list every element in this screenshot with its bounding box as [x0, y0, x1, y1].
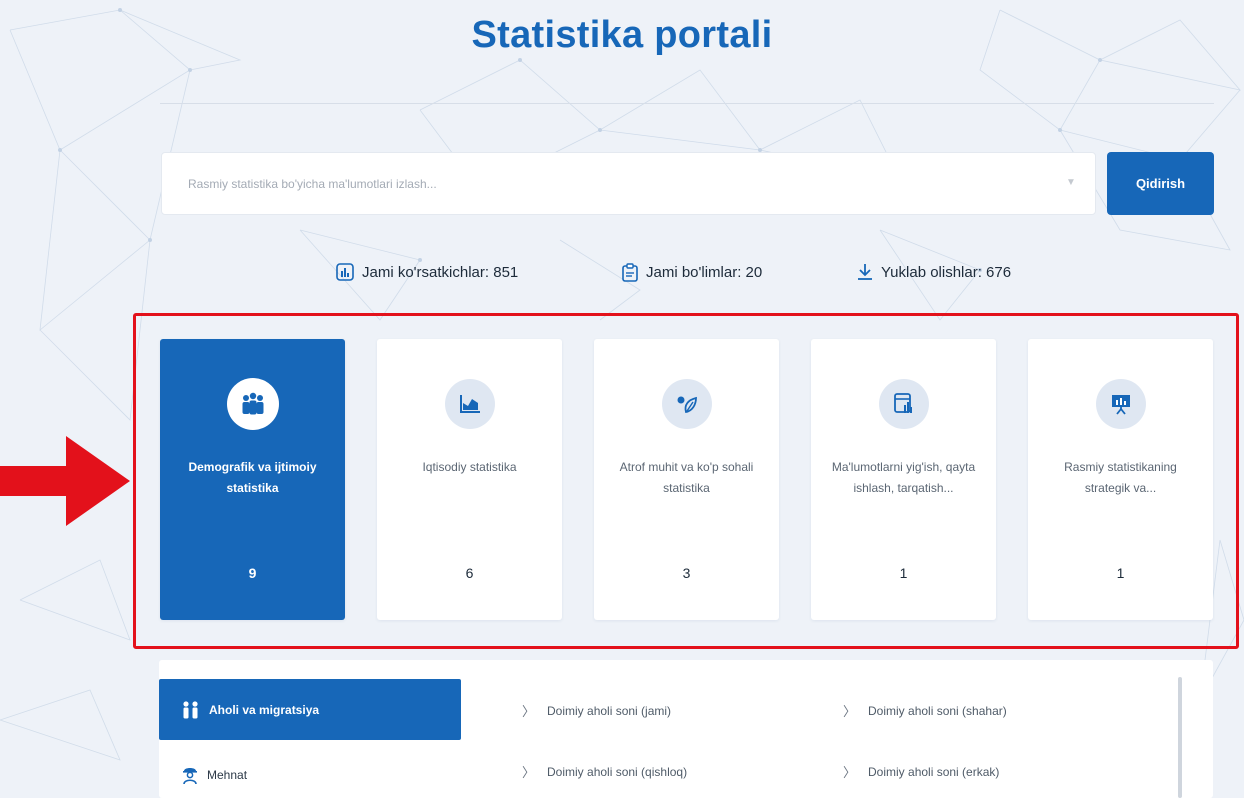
subnav-label: Aholi va migratsiya [209, 702, 320, 717]
red-highlight-frame [133, 313, 1239, 649]
people-icon [183, 700, 198, 718]
indicator-link[interactable]: 〉 Doimiy aholi soni (erkak) [843, 762, 999, 781]
download-icon [858, 264, 872, 280]
indicator-link-label: Doimiy aholi soni (jami) [547, 703, 672, 718]
chevron-right-icon: 〉 [522, 704, 536, 719]
panel-scrollbar[interactable] [1178, 677, 1182, 798]
indicator-link[interactable]: 〉 Doimiy aholi soni (qishloq) [522, 762, 687, 781]
subnav-item-labor[interactable]: Mehnat [159, 744, 461, 798]
red-arrow-icon [0, 436, 130, 526]
subnav-item-population[interactable]: Aholi va migratsiya [159, 679, 461, 740]
stat-downloads-label: Yuklab olishlar: 676 [881, 263, 1012, 281]
search-box: ▼ [161, 152, 1096, 215]
stat-indicators: Jami ko'rsatkichlar: 851 [336, 263, 518, 281]
caret-down-icon[interactable]: ▼ [1066, 177, 1076, 188]
search-input[interactable] [162, 153, 1052, 214]
chevron-right-icon: 〉 [522, 765, 536, 780]
clipboard-icon [622, 263, 638, 282]
stat-downloads: Yuklab olishlar: 676 [857, 263, 1011, 281]
page-title: Statistika portali [471, 14, 773, 56]
chevron-right-icon: 〉 [843, 704, 857, 719]
indicator-link-label: Doimiy aholi soni (qishloq) [547, 764, 688, 779]
indicator-link[interactable]: 〉 Doimiy aholi soni (shahar) [843, 701, 1007, 720]
subnav-label: Mehnat [207, 767, 248, 782]
stat-sections-label: Jami bo'limlar: 20 [646, 264, 763, 281]
worker-icon [183, 767, 197, 784]
indicator-link-label: Doimiy aholi soni (shahar) [868, 703, 1007, 718]
search-button[interactable]: Qidirish [1107, 152, 1214, 215]
chevron-right-icon: 〉 [843, 765, 857, 780]
bar-chart-icon [336, 263, 354, 281]
stat-indicators-label: Jami ko'rsatkichlar: 851 [362, 263, 519, 281]
indicator-link[interactable]: 〉 Doimiy aholi soni (jami) [522, 701, 671, 720]
title-divider [160, 103, 1214, 104]
indicator-link-label: Doimiy aholi soni (erkak) [868, 764, 1000, 779]
stat-sections: Jami bo'limlar: 20 [622, 263, 762, 282]
